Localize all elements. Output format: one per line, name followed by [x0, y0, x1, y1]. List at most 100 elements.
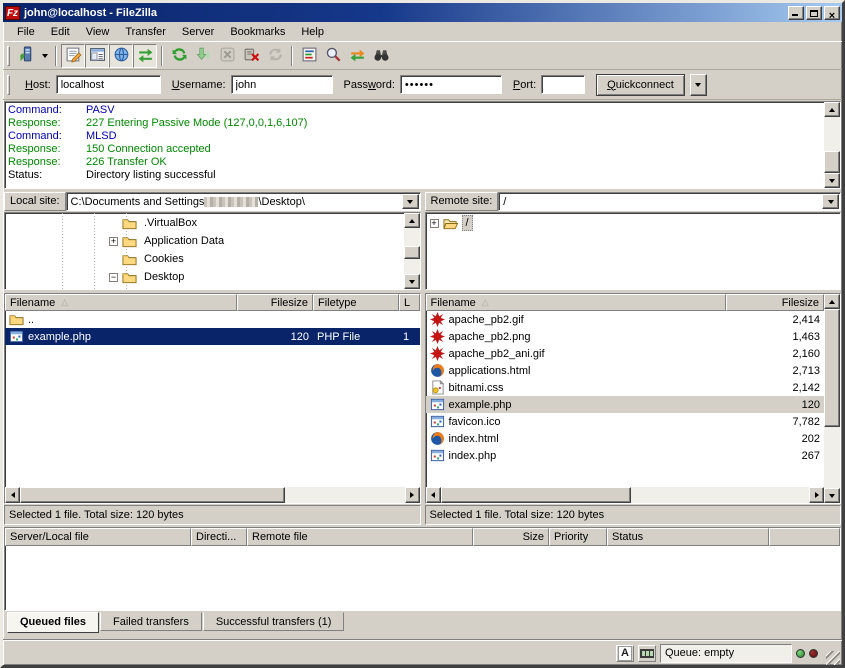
scroll-down-button[interactable]: [824, 488, 840, 503]
column-header-filename[interactable]: Filename△: [5, 294, 237, 311]
site-manager-button[interactable]: [14, 44, 38, 68]
toggle-local-tree-button[interactable]: [85, 44, 109, 68]
speed-limits-icon[interactable]: [638, 645, 656, 662]
tab-failed-transfers[interactable]: Failed transfers: [100, 612, 202, 631]
resize-grip-icon[interactable]: [826, 651, 840, 665]
close-button[interactable]: ×: [824, 6, 840, 20]
local-site-dropdown-button[interactable]: [402, 194, 419, 209]
file-row-index-php[interactable]: index.php 267: [426, 447, 825, 464]
tree-item--virtualbox[interactable]: .VirtualBox: [5, 214, 404, 232]
process-queue-button[interactable]: [191, 44, 215, 68]
scroll-up-button[interactable]: [824, 294, 840, 309]
scroll-down-button[interactable]: [404, 274, 420, 289]
quickconnect-button[interactable]: Quickconnect: [596, 74, 685, 96]
scroll-track[interactable]: [404, 228, 420, 274]
tree-item-desktop[interactable]: − Desktop: [5, 268, 404, 286]
scroll-thumb[interactable]: [824, 151, 840, 173]
scroll-left-button[interactable]: [5, 487, 20, 503]
disconnect-button[interactable]: [239, 44, 263, 68]
file-row--[interactable]: ..: [5, 311, 420, 328]
scroll-left-button[interactable]: [426, 487, 441, 503]
queue-column-size[interactable]: Size: [473, 528, 549, 546]
menu-help[interactable]: Help: [293, 24, 332, 40]
tree-expander-icon[interactable]: +: [430, 219, 439, 228]
scroll-down-button[interactable]: [824, 173, 840, 188]
synchronized-browsing-button[interactable]: [345, 44, 369, 68]
remote-site-combo[interactable]: /: [498, 192, 841, 211]
queue-column-status[interactable]: Status: [607, 528, 769, 546]
file-row-apache-pb2-gif[interactable]: apache_pb2.gif 2,414: [426, 311, 825, 328]
scroll-track[interactable]: [20, 487, 405, 503]
port-input[interactable]: [541, 75, 585, 94]
menu-file[interactable]: File: [9, 24, 43, 40]
queue-column-directi-[interactable]: Directi...: [191, 528, 247, 546]
queue-column-remote-file[interactable]: Remote file: [247, 528, 473, 546]
scroll-track[interactable]: [824, 117, 840, 173]
local-site-combo[interactable]: C:\Documents and Settings\Desktop\: [66, 192, 421, 211]
menu-edit[interactable]: Edit: [43, 24, 78, 40]
scroll-up-button[interactable]: [824, 102, 840, 117]
filezilla-app-icon[interactable]: Fz: [5, 6, 20, 20]
file-row-index-html[interactable]: index.html 202: [426, 430, 825, 447]
scroll-track[interactable]: [441, 487, 810, 503]
broken-image-icon: [430, 312, 446, 327]
tree-item-cookies[interactable]: Cookies: [5, 250, 404, 268]
directory-comparison-button[interactable]: [321, 44, 345, 68]
file-row-example-php[interactable]: example.php 120 PHP File 1: [5, 328, 420, 345]
tab-successful-transfers-1-[interactable]: Successful transfers (1): [203, 612, 345, 631]
file-row-apache-pb2-png[interactable]: apache_pb2.png 1,463: [426, 328, 825, 345]
file-row-apache-pb2-ani-gif[interactable]: apache_pb2_ani.gif 2,160: [426, 345, 825, 362]
username-input[interactable]: [231, 75, 333, 94]
remote-list-hscrollbar[interactable]: [426, 487, 825, 503]
toggle-transfer-queue-button[interactable]: [133, 44, 157, 68]
remote-site-dropdown-button[interactable]: [822, 194, 839, 209]
filters-button[interactable]: [297, 44, 321, 68]
password-input[interactable]: [400, 75, 502, 94]
local-tree-scrollbar[interactable]: [404, 213, 420, 289]
scroll-thumb[interactable]: [824, 309, 840, 427]
tree-item-root[interactable]: + /: [426, 214, 841, 232]
maximize-button[interactable]: [806, 6, 822, 20]
message-log-scrollbar[interactable]: [824, 102, 840, 188]
column-header-filetype[interactable]: Filetype: [313, 294, 399, 311]
scroll-up-button[interactable]: [404, 213, 420, 228]
quickconnect-dropdown-button[interactable]: [690, 74, 707, 96]
tree-item-application-data[interactable]: + Application Data: [5, 232, 404, 250]
menu-server[interactable]: Server: [174, 24, 222, 40]
column-header-filesize[interactable]: Filesize: [237, 294, 313, 311]
file-row-bitnami-css[interactable]: bitnami.css 2,142: [426, 379, 825, 396]
column-header-l[interactable]: L: [399, 294, 420, 311]
scroll-thumb[interactable]: [20, 487, 285, 503]
title-bar[interactable]: Fz john@localhost - FileZilla ×: [3, 3, 842, 22]
menu-bookmarks[interactable]: Bookmarks: [222, 24, 293, 40]
tree-expander-icon[interactable]: −: [109, 273, 118, 282]
toggle-message-log-button[interactable]: [61, 44, 85, 68]
column-header-filesize[interactable]: Filesize: [726, 294, 824, 311]
file-row-applications-html[interactable]: applications.html 2,713: [426, 362, 825, 379]
toggle-remote-tree-button[interactable]: [109, 44, 133, 68]
column-header-filename[interactable]: Filename△: [426, 294, 727, 311]
scroll-track[interactable]: [824, 309, 840, 488]
scroll-right-button[interactable]: [809, 487, 824, 503]
tab-queued-files[interactable]: Queued files: [7, 612, 99, 633]
scroll-right-button[interactable]: [405, 487, 420, 503]
site-manager-dropdown-button[interactable]: [38, 44, 51, 68]
minimize-button[interactable]: [788, 6, 804, 20]
toolbar-grip[interactable]: [7, 75, 10, 95]
queue-column-server-local-file[interactable]: Server/Local file: [5, 528, 191, 546]
toolbar-grip[interactable]: [7, 46, 10, 66]
find-files-button[interactable]: [369, 44, 393, 68]
refresh-button[interactable]: [167, 44, 191, 68]
scroll-thumb[interactable]: [404, 246, 420, 259]
menu-view[interactable]: View: [78, 24, 118, 40]
remote-site-label: Remote site:: [425, 192, 499, 211]
file-row-example-php[interactable]: example.php 120: [426, 396, 825, 413]
local-list-hscrollbar[interactable]: [5, 487, 420, 503]
remote-list-scrollbar[interactable]: [824, 294, 840, 503]
menu-transfer[interactable]: Transfer: [117, 24, 174, 40]
host-input[interactable]: [56, 75, 161, 94]
scroll-thumb[interactable]: [441, 487, 631, 503]
queue-column-priority[interactable]: Priority: [549, 528, 607, 546]
file-row-favicon-ico[interactable]: favicon.ico 7,782: [426, 413, 825, 430]
tree-expander-icon[interactable]: +: [109, 237, 118, 246]
